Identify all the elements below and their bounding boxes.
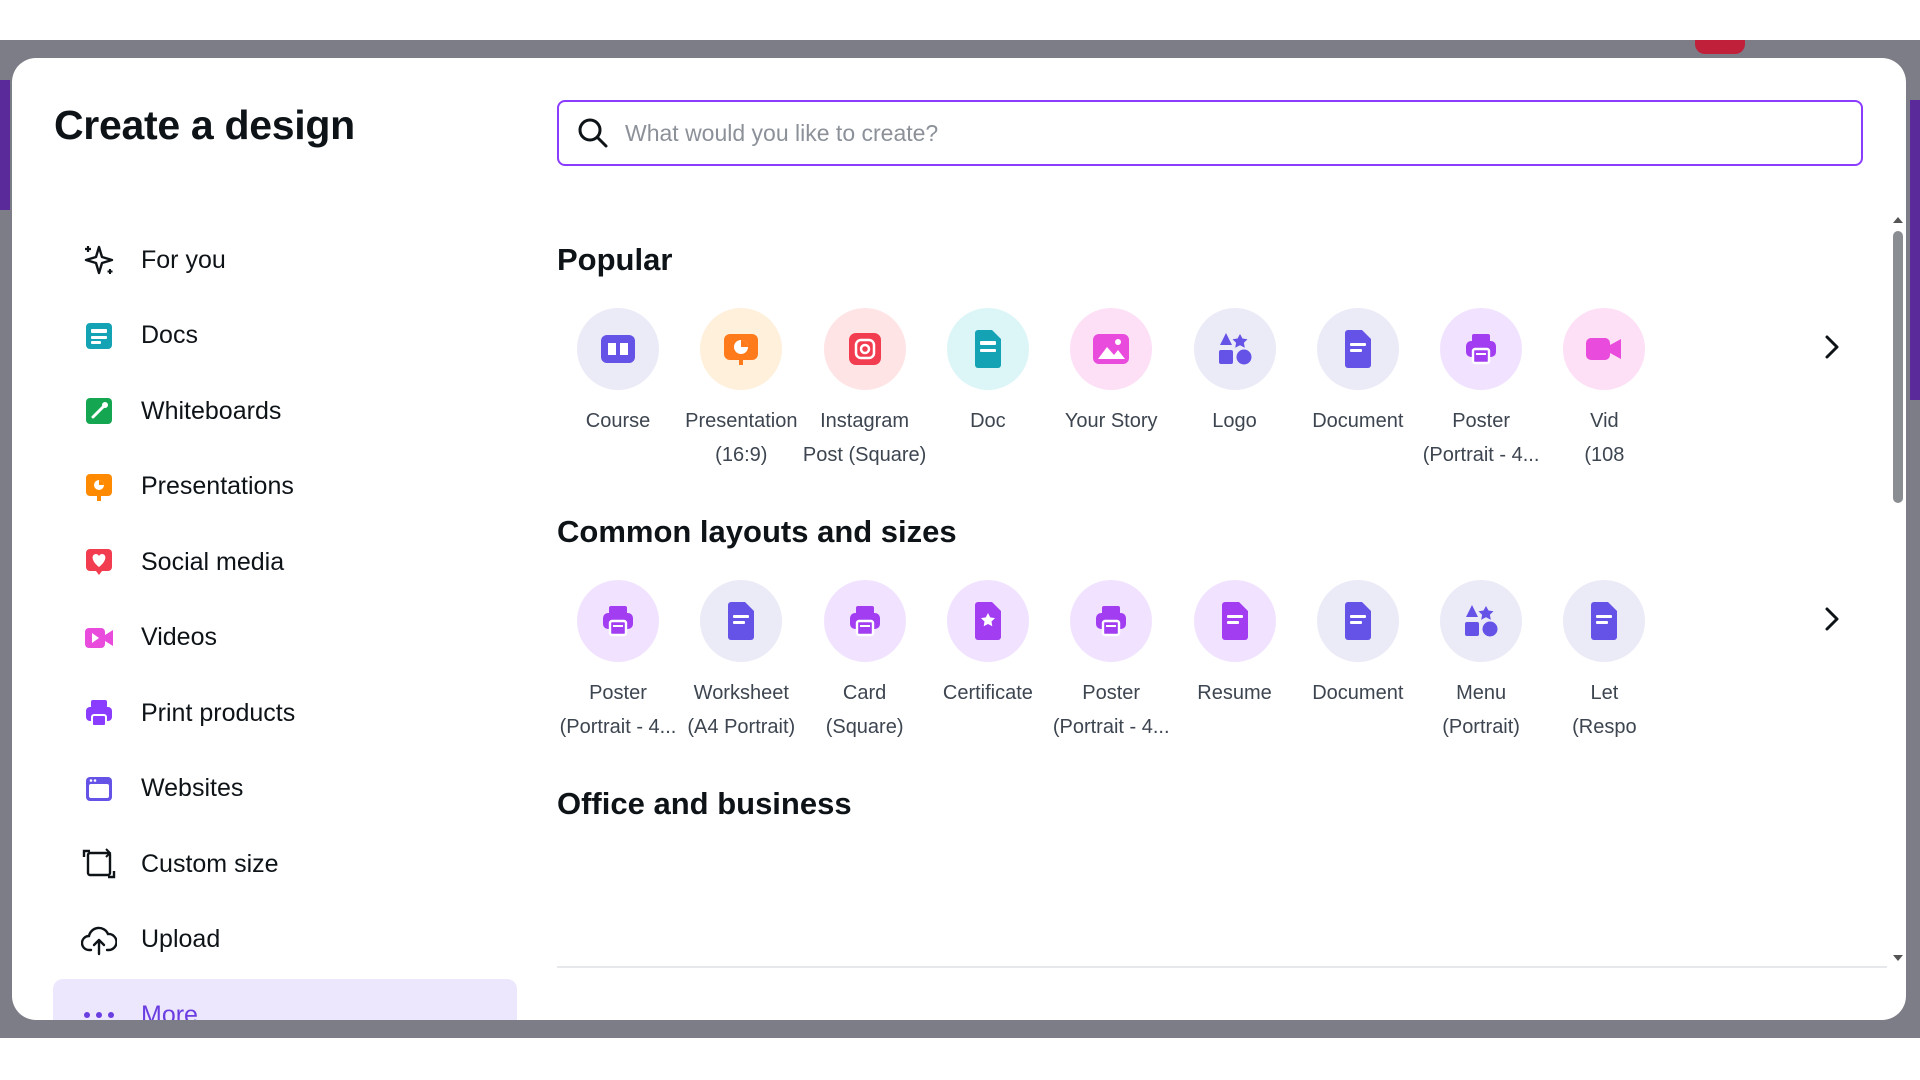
scroll-right-button[interactable]: [1813, 330, 1851, 368]
sidebar-item-presentations[interactable]: Presentations: [53, 451, 517, 523]
modal-title: Create a design: [54, 102, 355, 148]
tile-label-line2: (Portrait - 4...: [1052, 716, 1170, 738]
design-row-common-layouts-and-sizes: Poster (Portrait - 4... Worksheet (A4 Portr…: [557, 580, 1857, 760]
sidebar-item-label: Docs: [141, 321, 198, 349]
poster-icon: [1440, 308, 1523, 390]
custom-size-icon: [81, 846, 117, 882]
sidebar-item-label: For you: [141, 245, 226, 274]
design-types-list: Popular Course Presentation (16:9) Instagram…: [557, 218, 1857, 970]
scroll-right-button[interactable]: [1813, 602, 1851, 640]
card-icon: [823, 580, 906, 662]
sidebar: For you Docs Whiteboards Presentations Socia…: [53, 224, 517, 1020]
docs-icon: [81, 318, 117, 354]
doc-icon: [946, 308, 1029, 390]
letter-icon: [1563, 580, 1646, 662]
tile-label-line1: Let: [1590, 682, 1619, 704]
worksheet-icon: [700, 580, 783, 662]
tile-label-line2: (108: [1584, 444, 1625, 466]
print-icon: [81, 695, 117, 731]
sidebar-item-label: Videos: [141, 623, 217, 651]
chevron-right-icon: [1822, 604, 1842, 639]
more-dots-icon: [81, 997, 117, 1020]
tile-label-line1: Vid: [1590, 410, 1619, 432]
logo-shapes-icon: [1193, 308, 1276, 390]
section-title-common-layouts-and-sizes: Common layouts and sizes: [557, 514, 957, 549]
video-icon: [1563, 308, 1646, 390]
video-icon: [81, 620, 117, 656]
section-title-popular: Popular: [557, 242, 673, 277]
tile-label: Let (Respo: [1529, 676, 1679, 744]
sidebar-item-label: Social media: [141, 547, 285, 576]
tile-label-line2: Post (Square): [802, 444, 927, 466]
sidebar-item-more[interactable]: More: [53, 979, 517, 1020]
sidebar-item-videos[interactable]: Videos: [53, 602, 517, 674]
search-input[interactable]: [623, 118, 1861, 148]
create-design-modal: Create a design For you Docs Whiteboards Pr…: [12, 58, 1906, 1020]
tile-label-line2: (Square): [825, 716, 904, 738]
design-row-popular: Course Presentation (16:9) Instagram Post (S…: [557, 308, 1857, 488]
search-box[interactable]: [557, 100, 1863, 166]
scroll-down-arrow[interactable]: [1893, 955, 1903, 961]
scroll-up-arrow[interactable]: [1893, 217, 1903, 223]
sparkle-icon: [81, 242, 117, 278]
resume-icon: [1193, 580, 1276, 662]
sidebar-item-websites[interactable]: Websites: [53, 753, 517, 825]
document-icon: [1316, 580, 1399, 662]
background-decoration: [0, 80, 10, 210]
instagram-icon: [823, 308, 906, 390]
course-icon: [577, 308, 659, 390]
sidebar-item-social-media[interactable]: Social media: [53, 526, 517, 598]
heart-icon: [81, 544, 117, 580]
divider: [557, 966, 1887, 968]
search-icon: [575, 115, 611, 151]
poster-icon: [1070, 580, 1153, 662]
website-icon: [81, 771, 117, 807]
background-decoration: [1695, 40, 1745, 54]
menu-shapes-icon: [1440, 580, 1523, 662]
poster-icon: [577, 580, 659, 662]
scrollbar[interactable]: [1891, 213, 1905, 965]
sidebar-item-docs[interactable]: Docs: [53, 300, 517, 372]
scrollbar-thumb[interactable]: [1893, 231, 1903, 503]
whiteboard-icon: [81, 393, 117, 429]
certificate-icon: [946, 580, 1029, 662]
design-tile-let[interactable]: Let (Respo: [1529, 580, 1679, 744]
tile-label-line2: (Respo: [1572, 716, 1637, 738]
sidebar-item-label: Print products: [141, 698, 296, 727]
story-icon: [1070, 308, 1153, 390]
sidebar-item-label: Websites: [141, 774, 244, 802]
presentation-icon: [700, 308, 783, 390]
document-icon: [1316, 308, 1399, 390]
sidebar-item-label: Upload: [141, 925, 221, 953]
sidebar-item-label: Whiteboards: [141, 396, 282, 425]
background-decoration: [1910, 100, 1920, 400]
sidebar-item-label: Presentations: [141, 472, 294, 500]
presentation-icon: [81, 469, 117, 505]
sidebar-item-print-products[interactable]: Print products: [53, 677, 517, 749]
sidebar-item-label: More: [141, 1000, 198, 1021]
section-title-office-and-business: Office and business: [557, 786, 852, 821]
tile-label: Vid (108: [1529, 404, 1679, 472]
design-tile-vid[interactable]: Vid (108: [1529, 308, 1679, 472]
sidebar-item-upload[interactable]: Upload: [53, 904, 517, 976]
chevron-right-icon: [1822, 332, 1842, 367]
sidebar-item-custom-size[interactable]: Custom size: [53, 828, 517, 900]
sidebar-item-label: Custom size: [141, 849, 279, 878]
sidebar-item-for-you[interactable]: For you: [53, 224, 517, 296]
sidebar-item-whiteboards[interactable]: Whiteboards: [53, 375, 517, 447]
cloud-upload-icon: [81, 922, 117, 958]
